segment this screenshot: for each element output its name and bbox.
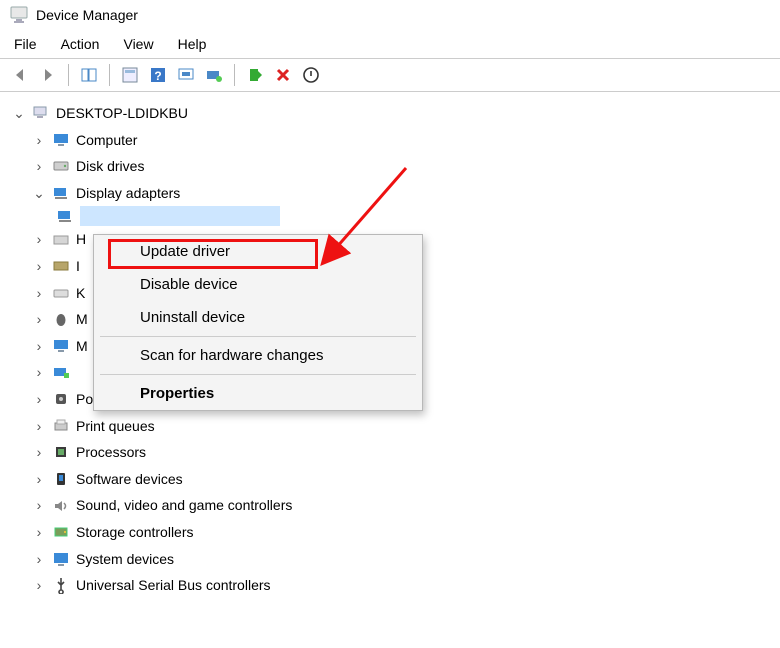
tree-label: Storage controllers bbox=[76, 519, 194, 546]
cpu-icon bbox=[52, 443, 70, 461]
context-disable-device[interactable]: Disable device bbox=[94, 268, 422, 301]
tree-label: System devices bbox=[76, 546, 174, 573]
root-label: DESKTOP-LDIDKBU bbox=[56, 100, 188, 127]
tree-item-storage[interactable]: Storage controllers bbox=[12, 519, 768, 546]
expand-collapse-icon[interactable] bbox=[32, 127, 46, 154]
tree-item-display-adapters[interactable]: Display adapters bbox=[12, 180, 768, 207]
tree-label-stub: H bbox=[76, 226, 86, 253]
tree-label: Print queues bbox=[76, 413, 155, 440]
expand-collapse-icon[interactable] bbox=[32, 253, 46, 280]
expand-collapse-icon[interactable] bbox=[32, 413, 46, 440]
expand-collapse-icon[interactable] bbox=[32, 153, 46, 180]
display-adapter-icon bbox=[56, 207, 74, 225]
tree-label: Processors bbox=[76, 439, 146, 466]
disable-device-button[interactable] bbox=[299, 63, 323, 87]
expand-collapse-icon[interactable] bbox=[32, 439, 46, 466]
ide-icon bbox=[52, 257, 70, 275]
port-icon bbox=[52, 390, 70, 408]
expand-collapse-icon[interactable] bbox=[12, 100, 26, 127]
mouse-icon bbox=[52, 310, 70, 328]
uninstall-device-button[interactable] bbox=[271, 63, 295, 87]
tree-label: Display adapters bbox=[76, 180, 180, 207]
show-hide-tree-button[interactable] bbox=[77, 63, 101, 87]
tree-label: Sound, video and game controllers bbox=[76, 492, 292, 519]
context-menu: Update driver Disable device Uninstall d… bbox=[93, 234, 423, 411]
help-button[interactable]: ? bbox=[146, 63, 170, 87]
device-manager-icon bbox=[10, 6, 28, 24]
printer-icon bbox=[52, 417, 70, 435]
scan-hardware-button[interactable] bbox=[174, 63, 198, 87]
toolbar: ? bbox=[0, 58, 780, 92]
expand-collapse-icon[interactable] bbox=[32, 466, 46, 493]
expand-collapse-icon[interactable] bbox=[32, 572, 46, 599]
context-scan-hardware[interactable]: Scan for hardware changes bbox=[94, 339, 422, 372]
nav-forward-button[interactable] bbox=[36, 63, 60, 87]
svg-text:?: ? bbox=[154, 69, 161, 83]
context-uninstall-device[interactable]: Uninstall device bbox=[94, 301, 422, 334]
monitor-icon bbox=[52, 131, 70, 149]
tree-item-usb[interactable]: Universal Serial Bus controllers bbox=[12, 572, 768, 599]
expand-collapse-icon[interactable] bbox=[32, 306, 46, 333]
properties-button[interactable] bbox=[118, 63, 142, 87]
selected-highlight bbox=[80, 206, 280, 226]
menu-action[interactable]: Action bbox=[61, 36, 100, 52]
tree-item-computer[interactable]: Computer bbox=[12, 127, 768, 154]
expand-collapse-icon[interactable] bbox=[32, 386, 46, 413]
enable-device-button[interactable] bbox=[243, 63, 267, 87]
window-title: Device Manager bbox=[36, 7, 138, 23]
nav-back-button[interactable] bbox=[8, 63, 32, 87]
context-divider bbox=[100, 374, 416, 375]
tree-label: Disk drives bbox=[76, 153, 144, 180]
tree-item-disk-drives[interactable]: Disk drives bbox=[12, 153, 768, 180]
expand-collapse-icon[interactable] bbox=[32, 546, 46, 573]
tree-label-stub: I bbox=[76, 253, 80, 280]
expand-collapse-icon[interactable] bbox=[32, 226, 46, 253]
toolbar-separator bbox=[68, 64, 69, 86]
context-divider bbox=[100, 336, 416, 337]
tree-label: Software devices bbox=[76, 466, 183, 493]
network-icon bbox=[52, 364, 70, 382]
expand-collapse-icon[interactable] bbox=[32, 359, 46, 386]
menu-file[interactable]: File bbox=[14, 36, 37, 52]
tree-label-stub: M bbox=[76, 306, 88, 333]
tree-item-sound[interactable]: Sound, video and game controllers bbox=[12, 492, 768, 519]
context-update-driver[interactable]: Update driver bbox=[94, 235, 422, 268]
hid-icon bbox=[52, 231, 70, 249]
context-properties[interactable]: Properties bbox=[94, 377, 422, 410]
tree-label-stub: M bbox=[76, 333, 88, 360]
tree-label: Computer bbox=[76, 127, 137, 154]
update-driver-button[interactable] bbox=[202, 63, 226, 87]
tree-item-software-devices[interactable]: Software devices bbox=[12, 466, 768, 493]
tree-item-processors[interactable]: Processors bbox=[12, 439, 768, 466]
computer-root-icon bbox=[32, 104, 50, 122]
tree-label: Universal Serial Bus controllers bbox=[76, 572, 271, 599]
tree-item-system[interactable]: System devices bbox=[12, 546, 768, 573]
tree-label-stub: K bbox=[76, 280, 85, 307]
expand-collapse-icon[interactable] bbox=[32, 280, 46, 307]
expand-collapse-icon[interactable] bbox=[32, 492, 46, 519]
speaker-icon bbox=[52, 497, 70, 515]
display-adapter-icon bbox=[52, 184, 70, 202]
selected-display-device[interactable] bbox=[12, 206, 768, 226]
titlebar: Device Manager bbox=[0, 0, 780, 30]
system-device-icon bbox=[52, 550, 70, 568]
menu-help[interactable]: Help bbox=[178, 36, 207, 52]
root-node[interactable]: DESKTOP-LDIDKBU bbox=[12, 100, 768, 127]
menubar: File Action View Help bbox=[0, 30, 780, 58]
storage-controller-icon bbox=[52, 523, 70, 541]
expand-collapse-icon[interactable] bbox=[32, 333, 46, 360]
expand-collapse-icon[interactable] bbox=[32, 519, 46, 546]
expand-collapse-icon[interactable] bbox=[32, 180, 46, 207]
menu-view[interactable]: View bbox=[123, 36, 153, 52]
software-device-icon bbox=[52, 470, 70, 488]
disk-icon bbox=[52, 157, 70, 175]
toolbar-separator bbox=[109, 64, 110, 86]
keyboard-icon bbox=[52, 284, 70, 302]
usb-icon bbox=[52, 576, 70, 594]
tree-item-print-queues[interactable]: Print queues bbox=[12, 413, 768, 440]
monitor-icon bbox=[52, 337, 70, 355]
toolbar-separator bbox=[234, 64, 235, 86]
